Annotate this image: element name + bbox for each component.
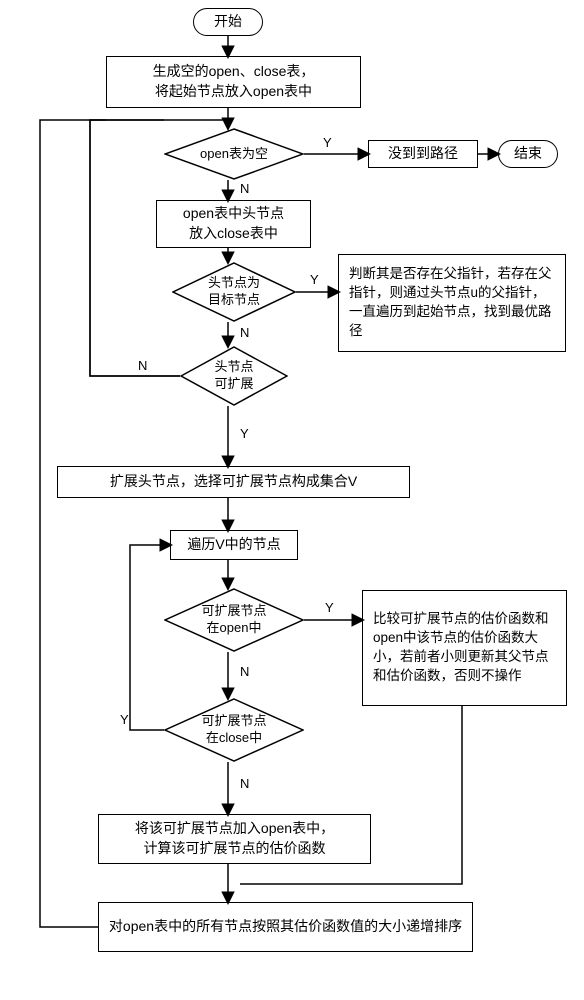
box-parent-ptr: 判断其是否存在父指针，若存在父指针，则通过头节点u的父指针，一直遍历到起始节点，… (338, 254, 566, 352)
box-expand-head-text: 扩展头节点，选择可扩展节点构成集合V (110, 472, 357, 492)
label-y-4: Y (325, 600, 334, 615)
box-no-path-text: 没到到路径 (388, 144, 458, 164)
box-add-open-text: 将该可扩展节点加入open表中， 计算该可扩展节点的估价函数 (135, 819, 334, 858)
box-head-to-close-text: open表中头节点 放入close表中 (183, 204, 284, 243)
label-n-2: N (240, 325, 249, 340)
label-n-3: N (138, 358, 147, 373)
diamond-open-empty: open表为空 (164, 128, 304, 180)
end-terminator-1: 结束 (498, 140, 558, 168)
box-parent-ptr-text: 判断其是否存在父指针，若存在父指针，则通过头节点u的父指针，一直遍历到起始节点，… (349, 265, 555, 341)
box-init: 生成空的open、close表， 将起始节点放入open表中 (106, 56, 361, 108)
box-compare: 比较可扩展节点的估价函数和open中该节点的估价函数大小，若前者小则更新其父节点… (362, 590, 567, 706)
label-y-1: Y (323, 135, 332, 150)
box-compare-text: 比较可扩展节点的估价函数和open中该节点的估价函数大小，若前者小则更新其父节点… (373, 610, 556, 686)
start-terminator: 开始 (193, 8, 263, 36)
box-head-to-close: open表中头节点 放入close表中 (156, 200, 311, 248)
box-traverse-v-text: 遍历V中的节点 (187, 535, 280, 555)
box-expand-head: 扩展头节点，选择可扩展节点构成集合V (57, 466, 410, 498)
box-traverse-v: 遍历V中的节点 (170, 530, 298, 560)
diamond-ext-in-close: 可扩展节点 在close中 (164, 698, 304, 762)
label-y-2: Y (310, 272, 319, 287)
label-n-1: N (240, 181, 249, 196)
label-n-4: N (240, 664, 249, 679)
box-sort-text: 对open表中的所有节点按照其估价函数值的大小递增排序 (109, 917, 462, 937)
diamond-head-target: 头节点为 目标节点 (172, 262, 296, 322)
box-sort: 对open表中的所有节点按照其估价函数值的大小递增排序 (98, 902, 473, 952)
box-no-path: 没到到路径 (368, 140, 478, 168)
box-add-open: 将该可扩展节点加入open表中， 计算该可扩展节点的估价函数 (98, 814, 371, 864)
label-y-5: Y (120, 712, 129, 727)
start-label: 开始 (214, 12, 242, 32)
label-y-3: Y (240, 426, 249, 441)
diamond-head-expand: 头节点 可扩展 (180, 346, 288, 406)
end-label-1: 结束 (514, 144, 542, 164)
label-n-5: N (240, 776, 249, 791)
diamond-ext-in-open: 可扩展节点 在open中 (164, 588, 304, 652)
box-init-text: 生成空的open、close表， 将起始节点放入open表中 (153, 62, 315, 101)
